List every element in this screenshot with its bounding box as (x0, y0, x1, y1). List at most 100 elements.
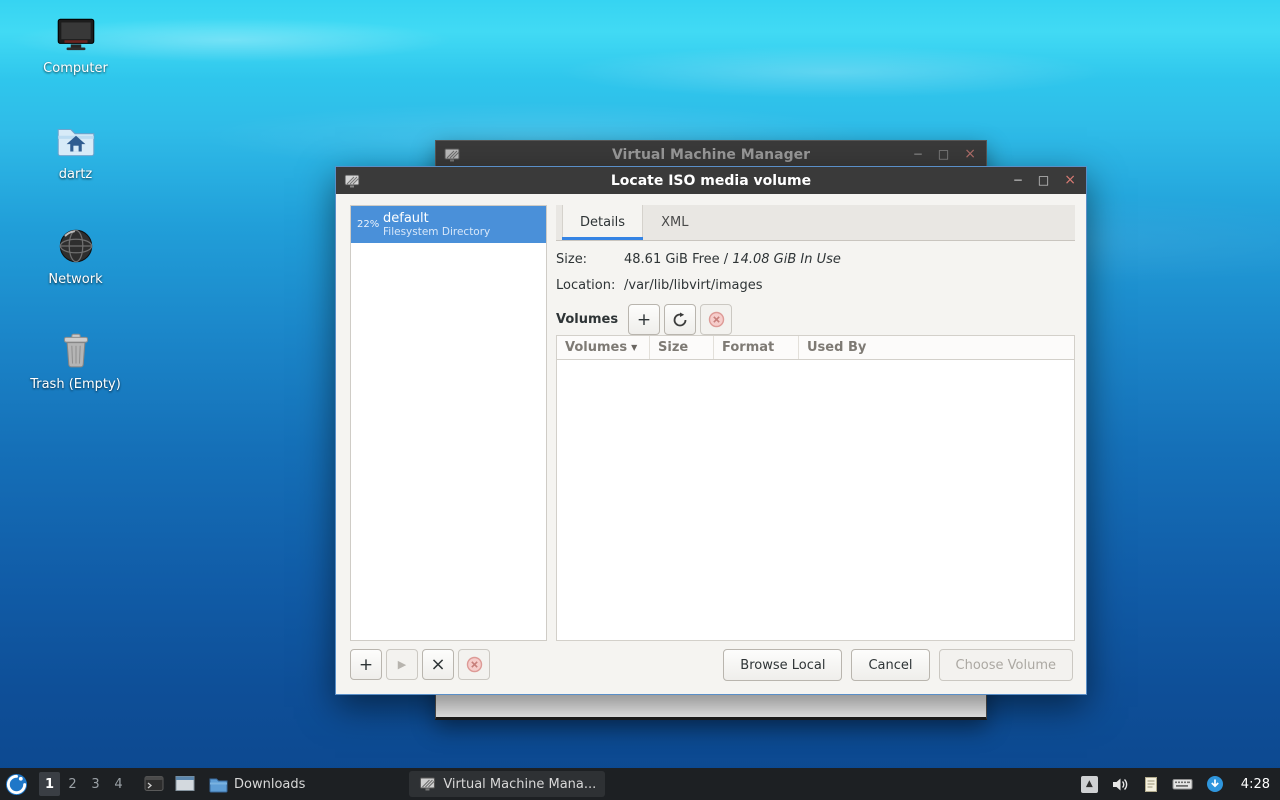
delete-volume-button[interactable] (700, 304, 732, 335)
workspace-4[interactable]: 4 (108, 772, 129, 796)
minimize-icon[interactable]: − (913, 141, 923, 168)
terminal-icon (144, 775, 164, 793)
delete-pool-button[interactable] (458, 649, 490, 680)
window-title: Virtual Machine Manager (611, 146, 811, 163)
pool-toolbar: + ▶ × (350, 649, 490, 680)
vmm-app-icon (419, 776, 436, 792)
storage-pool-list: 22% default Filesystem Directory (350, 205, 547, 641)
pool-list-item-default[interactable]: 22% default Filesystem Directory (351, 206, 546, 243)
home-folder-icon (28, 118, 123, 164)
desktop-icon-home[interactable]: dartz (28, 118, 123, 182)
add-volume-button[interactable]: + (628, 304, 660, 335)
minimize-icon[interactable]: − (1013, 167, 1023, 194)
delete-circle-icon (708, 311, 725, 328)
tab-bar: Details XML (556, 205, 1075, 241)
taskbar-window-button-vmm[interactable]: Virtual Machine Mana... (409, 771, 606, 797)
workspace-1[interactable]: 1 (39, 772, 60, 796)
window-icon (175, 775, 195, 793)
updates-applet[interactable] (1206, 775, 1224, 793)
close-icon[interactable]: × (964, 141, 976, 168)
column-header-size[interactable]: Size (650, 336, 714, 359)
applications-menu-button[interactable] (5, 773, 28, 796)
plus-icon: + (636, 309, 652, 330)
choose-volume-button[interactable]: Choose Volume (938, 649, 1073, 681)
stop-x-icon: × (430, 654, 446, 675)
volume-control[interactable] (1111, 776, 1130, 793)
volumes-table: Volumes ▼ Size Format Used By (556, 335, 1075, 641)
location-label: Location: (556, 278, 616, 293)
locate-iso-dialog[interactable]: Locate ISO media volume − □ × 22% defaul… (335, 166, 1087, 695)
plus-icon: + (358, 654, 374, 675)
folder-icon (209, 776, 228, 793)
task-window-label: Virtual Machine Mana... (443, 776, 596, 792)
cancel-button[interactable]: Cancel (851, 649, 930, 681)
desktop-icon-label: Computer (43, 61, 108, 76)
desktop-icon-label: Network (48, 272, 103, 287)
size-used-value: 14.08 GiB In Use (732, 252, 841, 267)
start-pool-button[interactable]: ▶ (386, 649, 418, 680)
blue-status-icon (1206, 775, 1224, 793)
workspace-3[interactable]: 3 (85, 772, 106, 796)
refresh-volumes-button[interactable] (664, 304, 696, 335)
speaker-icon (1111, 776, 1130, 793)
system-tray: ▲ 4:28 (1080, 775, 1280, 793)
downloads-label: Downloads (234, 776, 306, 792)
refresh-icon (672, 312, 688, 328)
workspace-pager: 1 2 3 4 (38, 772, 130, 796)
location-row: Location: /var/lib/libvirt/images (556, 278, 1075, 293)
tray-expand-button[interactable]: ▲ (1080, 775, 1098, 793)
pool-name: default (383, 211, 429, 226)
terminal-launcher[interactable] (144, 775, 164, 793)
computer-icon (28, 12, 123, 58)
keyboard-icon (1172, 776, 1193, 792)
distro-logo-icon (5, 773, 28, 796)
tab-xml[interactable]: XML (643, 205, 706, 240)
pool-details-panel: Details XML Size: 48.61 GiB Free / 14.08… (556, 205, 1075, 641)
downloads-shortcut[interactable]: Downloads (209, 776, 305, 793)
column-header-volumes[interactable]: Volumes ▼ (557, 336, 650, 359)
maximize-icon[interactable]: □ (938, 141, 949, 168)
browse-local-button[interactable]: Browse Local (723, 649, 843, 681)
tab-details[interactable]: Details (562, 205, 644, 240)
play-icon: ▶ (397, 658, 407, 671)
workspace-2[interactable]: 2 (62, 772, 83, 796)
file-manager-launcher[interactable] (175, 775, 195, 793)
desktop-icon-label: dartz (58, 167, 93, 182)
volumes-label: Volumes (556, 312, 619, 327)
restore-icon[interactable]: □ (1038, 167, 1049, 194)
desktop-icon-trash[interactable]: Trash (Empty) (28, 328, 123, 392)
volumes-table-header: Volumes ▼ Size Format Used By (557, 336, 1074, 360)
pool-type: Filesystem Directory (383, 226, 491, 238)
dialog-titlebar[interactable]: Locate ISO media volume − □ × (336, 167, 1086, 194)
notes-applet[interactable] (1143, 776, 1159, 793)
pool-usage-percent: 22% (357, 219, 380, 230)
vmm-titlebar[interactable]: Virtual Machine Manager − □ × (436, 141, 986, 168)
column-header-format[interactable]: Format (714, 336, 799, 359)
close-icon[interactable]: × (1064, 167, 1076, 194)
trash-icon (28, 328, 123, 374)
size-free-value: 48.61 GiB Free / (624, 252, 733, 267)
add-pool-button[interactable]: + (350, 649, 382, 680)
size-row: Size: 48.61 GiB Free / 14.08 GiB In Use (556, 252, 1075, 267)
desktop-icon-label: Trash (Empty) (30, 377, 121, 392)
network-globe-icon (28, 223, 123, 269)
delete-circle-icon (466, 656, 483, 673)
size-label: Size: (556, 252, 588, 267)
location-value: /var/lib/libvirt/images (624, 278, 763, 293)
column-header-used-by[interactable]: Used By (799, 336, 1074, 359)
taskbar: 1 2 3 4 Downloads Virtual Machine Mana..… (0, 768, 1280, 800)
notepad-icon (1143, 776, 1159, 793)
sort-down-icon: ▼ (631, 343, 638, 352)
volumes-table-body[interactable] (557, 360, 1074, 640)
dialog-footer: Browse Local Cancel Choose Volume (723, 649, 1073, 681)
keyboard-layout-applet[interactable] (1172, 776, 1193, 792)
desktop-icon-computer[interactable]: Computer (28, 12, 123, 76)
volumes-toolbar: Volumes + (556, 304, 1075, 335)
dialog-title: Locate ISO media volume (610, 172, 812, 189)
stop-pool-button[interactable]: × (422, 649, 454, 680)
desktop-icon-network[interactable]: Network (28, 223, 123, 287)
vmm-app-icon (344, 173, 360, 189)
clock[interactable]: 4:28 (1241, 777, 1270, 792)
vmm-app-icon (444, 147, 460, 163)
desktop: Computer dartz Network Trash (Empty) Vir… (0, 0, 1280, 800)
